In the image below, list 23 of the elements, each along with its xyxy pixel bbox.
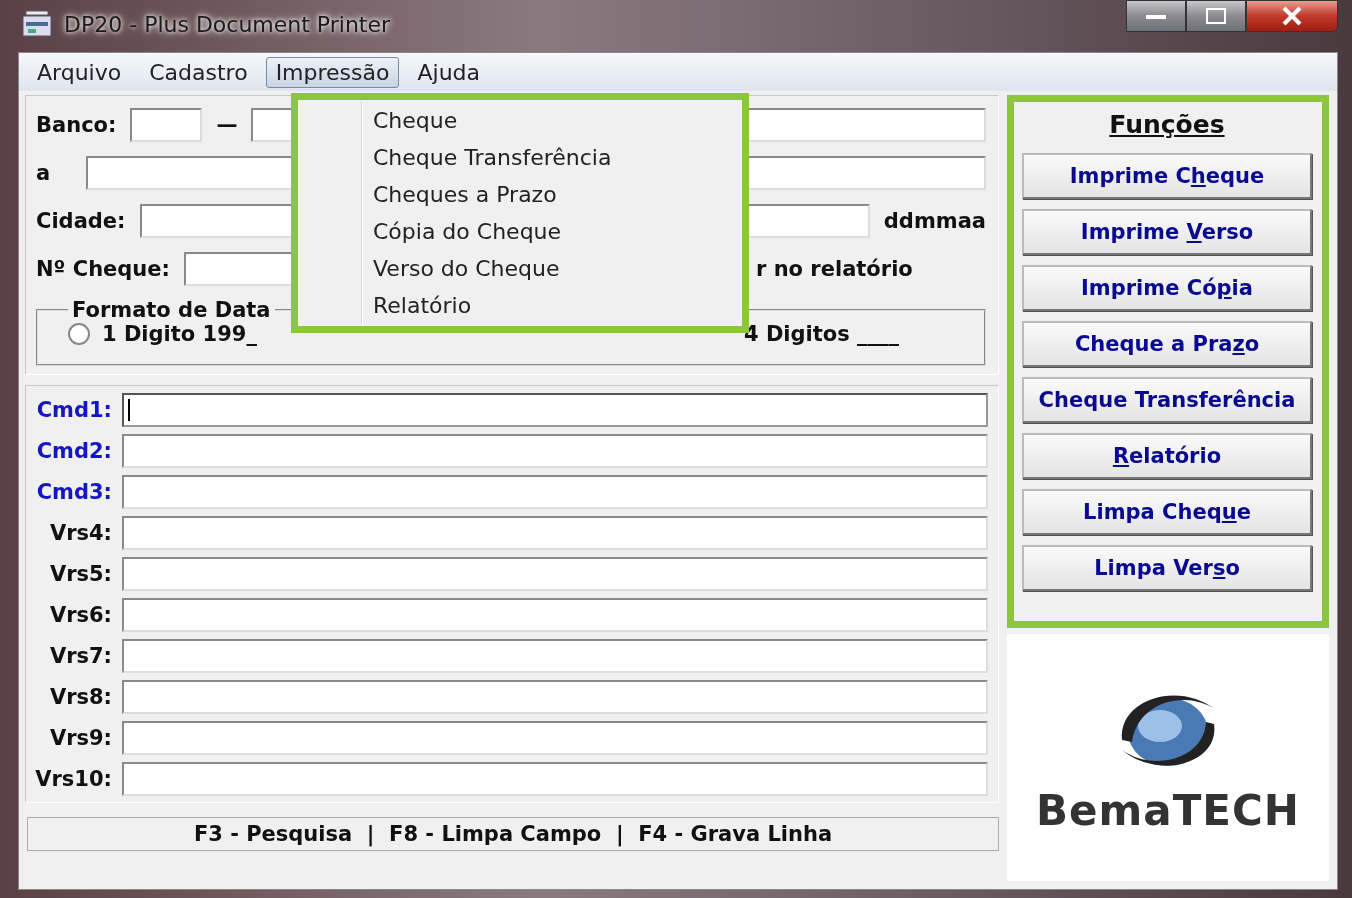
command-label: Vrs5: bbox=[48, 561, 112, 586]
radio-label: 1 Digito 199_ bbox=[102, 322, 257, 346]
command-label: Vrs7: bbox=[48, 643, 112, 668]
command-label: Vrs9: bbox=[48, 725, 112, 750]
dash: — bbox=[216, 113, 238, 137]
status-bar: F3 - Pesquisa | F8 - Limpa Campo | F4 - Grava Linha bbox=[27, 817, 999, 851]
field-label: Banco: bbox=[36, 113, 117, 137]
window-title: DP20 - Plus Document Printer bbox=[64, 11, 391, 37]
report-option-text: r no relatório bbox=[756, 257, 914, 281]
field-label: Nº Cheque: bbox=[36, 257, 170, 281]
command-label: Vrs6: bbox=[48, 602, 112, 627]
command-label: Cmd3: bbox=[35, 479, 112, 504]
command-label: Cmd2: bbox=[35, 438, 112, 463]
panel-title: Funções bbox=[1109, 110, 1225, 139]
command-label: Vrs10: bbox=[34, 766, 112, 791]
group-title: Formato de Data bbox=[71, 298, 272, 322]
command-label: Vrs4: bbox=[48, 520, 112, 545]
brand-logo: BemaTECH bbox=[1036, 786, 1300, 835]
command-label: Vrs8: bbox=[48, 684, 112, 709]
field-label: Cidade: bbox=[36, 209, 126, 233]
date-format-hint: ddmmaa bbox=[883, 209, 986, 233]
command-label: Cmd1: bbox=[35, 397, 112, 422]
field-label: a bbox=[36, 161, 52, 185]
